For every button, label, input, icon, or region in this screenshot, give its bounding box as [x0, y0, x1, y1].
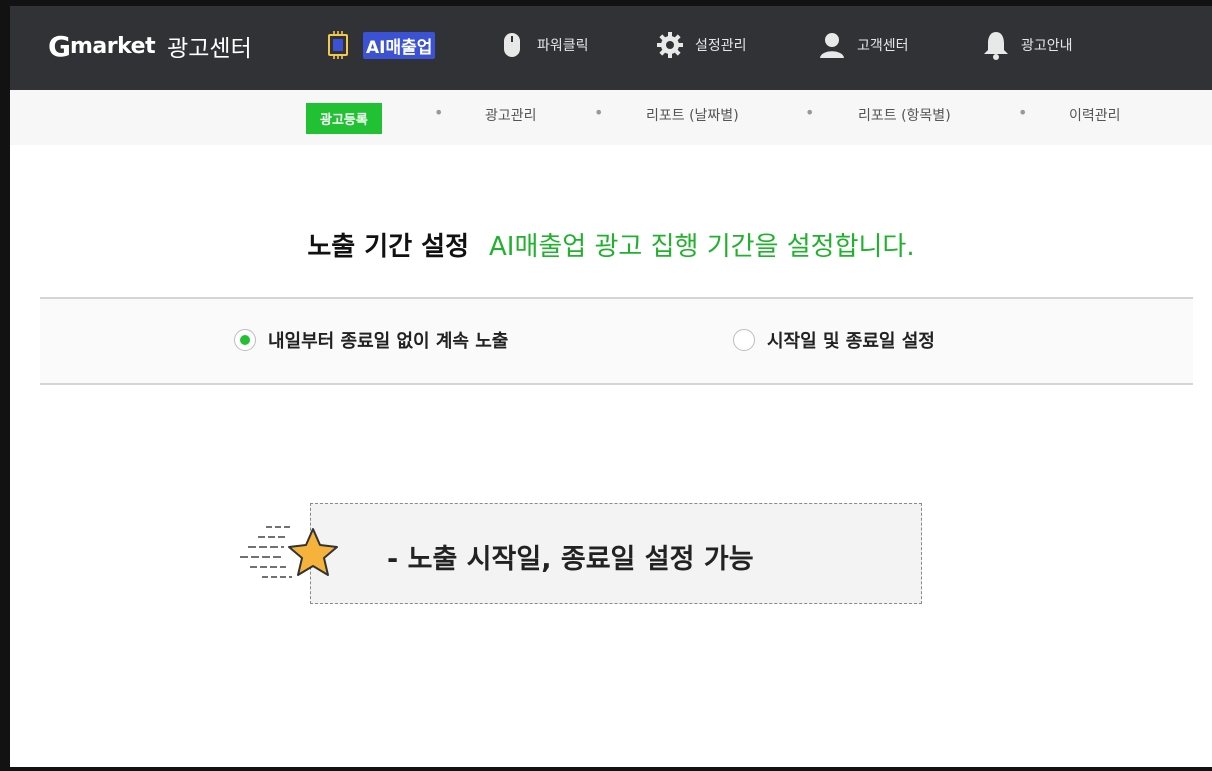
top-nav: Gmarket 광고센터 AI매출업 파워클릭 설정관리 고객센터 광고안내 — [10, 6, 1212, 90]
menu-ad-guide[interactable]: 광고안내 — [980, 28, 1073, 62]
mouse-icon — [496, 28, 528, 62]
tab-ad-manage[interactable]: 광고관리 — [485, 105, 537, 125]
tab-report-by-item[interactable]: 리포트 (항목별) — [858, 105, 951, 125]
section-header: 노출 기간 설정 AI매출업 광고 집행 기간을 설정합니다. — [10, 226, 1212, 263]
gear-icon — [654, 28, 686, 62]
option-continuous[interactable]: 내일부터 종료일 없이 계속 노출 — [234, 327, 508, 353]
radio-selected-dot — [240, 335, 250, 345]
menu-ai-sales-up[interactable]: AI매출업 — [322, 28, 436, 62]
bell-icon — [980, 28, 1012, 62]
logo-ad-center: 광고센터 — [167, 36, 252, 62]
menu-label: 광고안내 — [1021, 38, 1073, 54]
section-description: AI매출업 광고 집행 기간을 설정합니다. — [489, 232, 915, 262]
menu-label: AI매출업 — [363, 31, 436, 59]
radio-continuous[interactable] — [234, 329, 256, 351]
option-label: 내일부터 종료일 없이 계속 노출 — [268, 331, 509, 352]
separator-dot: • — [594, 103, 604, 122]
separator-dot: • — [805, 103, 815, 122]
menu-settings[interactable]: 설정관리 — [654, 28, 747, 62]
logo-g: G — [48, 29, 71, 63]
star-icon — [236, 521, 346, 585]
chip-icon — [322, 28, 354, 62]
logo[interactable]: Gmarket 광고센터 — [48, 26, 252, 66]
info-box: - 노출 시작일, 종료일 설정 가능 — [310, 503, 922, 604]
menu-label: 고객센터 — [857, 38, 909, 54]
option-label: 시작일 및 종료일 설정 — [767, 331, 935, 352]
option-custom-dates[interactable]: 시작일 및 종료일 설정 — [733, 327, 935, 353]
tab-history[interactable]: 이력관리 — [1069, 105, 1121, 125]
person-icon — [816, 28, 848, 62]
tab-report-by-date[interactable]: 리포트 (날짜별) — [646, 105, 739, 125]
logo-market: market — [69, 33, 156, 59]
info-text: - 노출 시작일, 종료일 설정 가능 — [387, 544, 754, 575]
menu-label: 파워클릭 — [537, 38, 589, 54]
radio-custom-dates[interactable] — [733, 329, 755, 351]
separator-dot: • — [1018, 103, 1028, 122]
exposure-period-options: 내일부터 종료일 없이 계속 노출 시작일 및 종료일 설정 — [40, 297, 1193, 385]
tab-ad-register[interactable]: 광고등록 — [306, 103, 382, 134]
page-title: 노출 기간 설정 — [307, 232, 470, 262]
menu-label: 설정관리 — [695, 38, 747, 54]
separator-dot: • — [434, 103, 444, 122]
menu-power-click[interactable]: 파워클릭 — [496, 28, 589, 62]
menu-customer-center[interactable]: 고객센터 — [816, 28, 909, 62]
sub-nav: 광고등록 • 광고관리 • 리포트 (날짜별) • 리포트 (항목별) • 이력… — [10, 90, 1212, 145]
